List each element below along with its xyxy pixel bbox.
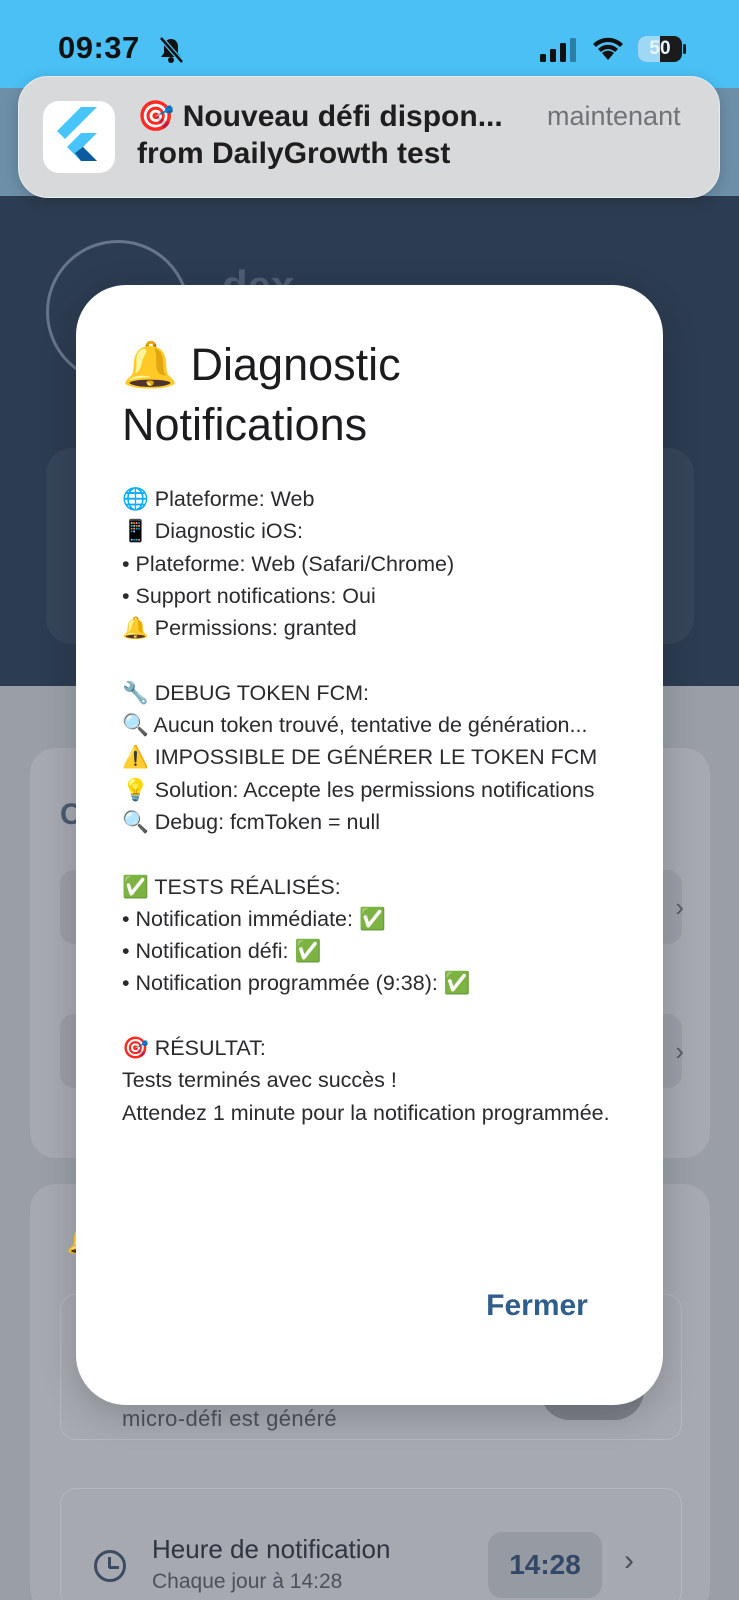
dialog-title: 🔔 Diagnostic Notifications — [122, 339, 401, 450]
dialog-line: ✅ TESTS RÉALISÉS: — [122, 874, 341, 899]
battery-icon: 50 — [638, 36, 686, 62]
push-notification-banner[interactable]: 🎯 Nouveau défi dispon... from DailyGrowt… — [18, 76, 720, 198]
dialog-line: 🌐 Plateforme: Web — [122, 487, 315, 511]
push-timestamp: maintenant — [547, 101, 681, 131]
dialog-line: • Notification défi: ✅ — [122, 939, 322, 964]
reminder-subtitle: micro-défi est généré — [122, 1406, 338, 1431]
diagnostic-dialog: 🔔 Diagnostic Notifications 🌐 Plateforme:… — [76, 285, 663, 1405]
dialog-line: 🔧 DEBUG TOKEN FCM: — [122, 680, 369, 705]
dialog-line: 📱 Diagnostic iOS: — [122, 519, 303, 544]
dialog-line: 💡 Solution: Accepte les permissions noti… — [122, 777, 595, 802]
dialog-line — [122, 644, 622, 676]
dialog-line — [122, 1000, 622, 1032]
dialog-line: • Plateforme: Web (Safari/Chrome) — [122, 551, 455, 576]
chevron-right-icon: › — [675, 1036, 684, 1066]
dialog-line: 🔍 Aucun token trouvé, tentative de génér… — [122, 713, 588, 738]
dialog-line: 🔍 Debug: fcmToken = null — [122, 809, 381, 834]
dialog-line: • Notification immédiate: ✅ — [122, 906, 386, 931]
dialog-body: 🌐 Plateforme: Web 📱 Diagnostic iOS: • Pl… — [122, 483, 622, 1129]
dialog-line: • Support notifications: Oui — [122, 583, 376, 608]
notification-time-subtitle: Chaque jour à 14:28 — [152, 1570, 343, 1593]
status-bar: 09:37 50 — [0, 0, 739, 88]
dialog-line: • Notification programmée (9:38): ✅ — [122, 971, 471, 996]
flutter-app-icon — [43, 101, 115, 173]
chevron-right-icon: › — [675, 892, 684, 922]
dialog-line: ⚠️ IMPOSSIBLE DE GÉNÉRER LE TOKEN FCM — [122, 745, 598, 770]
status-time: 09:37 — [58, 30, 140, 65]
push-title: 🎯 Nouveau défi dispon... — [137, 100, 503, 133]
dialog-line: 🎯 RÉSULTAT: — [122, 1036, 266, 1061]
dialog-line: 🔔 Permissions: granted — [122, 616, 357, 641]
bell-muted-icon — [159, 36, 184, 64]
chevron-right-icon: › — [624, 1544, 634, 1577]
wifi-icon — [593, 37, 623, 60]
dialog-line: Attendez 1 minute pour la notification p… — [122, 1100, 610, 1125]
battery-percent: 50 — [649, 38, 671, 59]
clock-icon — [94, 1550, 126, 1582]
dialog-line — [122, 838, 622, 870]
close-button[interactable]: Fermer — [472, 1280, 602, 1332]
notification-time-title: Heure de notification — [152, 1534, 391, 1564]
dialog-line: Tests terminés avec succès ! — [122, 1068, 397, 1093]
notification-time-value[interactable]: 14:28 — [488, 1532, 602, 1598]
push-subtitle: from DailyGrowth test — [137, 137, 451, 170]
cellular-signal-icon — [540, 38, 576, 62]
